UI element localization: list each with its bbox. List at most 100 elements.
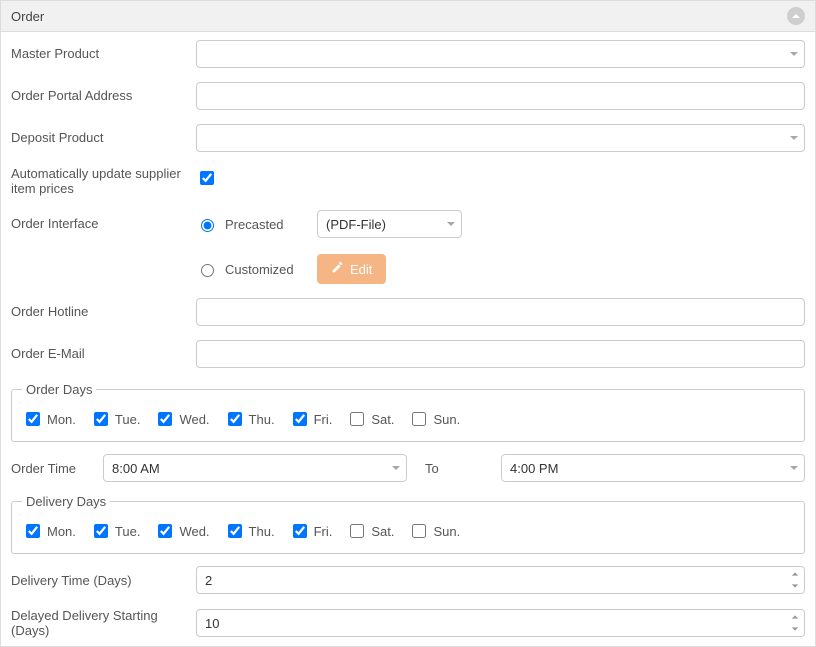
delivery-days-fieldset: Delivery Days Mon. Tue. Wed. Thu. Fri. Sat. Su…	[11, 494, 805, 554]
delivery-day-checkbox[interactable]	[412, 524, 426, 538]
label-master-product: Master Product	[11, 40, 196, 61]
precasted-format-input[interactable]	[317, 210, 462, 238]
chevron-down-icon	[791, 582, 799, 590]
order-day-checkbox[interactable]	[350, 412, 364, 426]
auto-update-checkbox[interactable]	[200, 171, 214, 185]
delivery-day-label: Tue.	[115, 524, 141, 539]
label-delivery-time: Delivery Time (Days)	[11, 573, 196, 588]
deposit-product-input[interactable]	[196, 124, 805, 152]
delivery-day-checkbox[interactable]	[293, 524, 307, 538]
customized-label: Customized	[225, 262, 297, 277]
edit-button[interactable]: Edit	[317, 254, 386, 284]
order-day: Mon.	[22, 409, 76, 429]
delivery-day-checkbox[interactable]	[158, 524, 172, 538]
order-email-input[interactable]	[196, 340, 805, 368]
spin-down-button[interactable]	[787, 580, 803, 592]
order-day-checkbox[interactable]	[293, 412, 307, 426]
interface-customized-row: Customized Edit	[196, 254, 805, 284]
delivery-day: Wed.	[154, 521, 209, 541]
order-day-checkbox[interactable]	[94, 412, 108, 426]
order-day: Fri.	[289, 409, 333, 429]
order-day-checkbox[interactable]	[228, 412, 242, 426]
delivery-day-checkbox[interactable]	[26, 524, 40, 538]
edit-button-label: Edit	[350, 262, 372, 277]
spin-up-button[interactable]	[787, 568, 803, 580]
delivery-time-spinner	[787, 567, 803, 593]
label-order-time: Order Time	[11, 461, 91, 476]
order-time-to-select[interactable]	[501, 454, 805, 482]
collapse-button[interactable]	[787, 7, 805, 25]
chevron-down-icon	[791, 625, 799, 633]
chevron-up-icon	[791, 570, 799, 578]
master-product-select[interactable]	[196, 40, 805, 68]
row-master-product: Master Product	[11, 40, 805, 68]
row-order-hotline: Order Hotline	[11, 298, 805, 326]
delivery-day-label: Mon.	[47, 524, 76, 539]
order-day-checkbox[interactable]	[412, 412, 426, 426]
customized-radio[interactable]	[201, 264, 214, 277]
interface-precasted-row: Precasted	[196, 210, 805, 238]
order-hotline-input[interactable]	[196, 298, 805, 326]
row-order-interface: Order Interface Precasted Customized Edi	[11, 210, 805, 284]
panel-title: Order	[11, 9, 44, 24]
delivery-time-input[interactable]	[196, 566, 805, 594]
master-product-input[interactable]	[196, 40, 805, 68]
pencil-icon	[331, 261, 344, 277]
row-order-time: Order Time To	[11, 454, 805, 482]
delayed-delivery-input[interactable]	[196, 609, 805, 637]
row-deposit-product: Deposit Product	[11, 124, 805, 152]
order-day-label: Mon.	[47, 412, 76, 427]
order-day-label: Fri.	[314, 412, 333, 427]
spin-down-button[interactable]	[787, 623, 803, 635]
label-order-interface: Order Interface	[11, 210, 196, 231]
label-deposit-product: Deposit Product	[11, 124, 196, 145]
delivery-day-label: Wed.	[179, 524, 209, 539]
delivery-days-legend: Delivery Days	[22, 494, 110, 509]
order-day-label: Tue.	[115, 412, 141, 427]
label-delayed-delivery: Delayed Delivery Starting (Days)	[11, 608, 196, 638]
order-panel: Order Master Product Order Portal Addres…	[0, 0, 816, 647]
delivery-day: Tue.	[90, 521, 141, 541]
delivery-day-checkbox[interactable]	[228, 524, 242, 538]
delivery-day-label: Sat.	[371, 524, 394, 539]
label-order-portal: Order Portal Address	[11, 82, 196, 103]
row-delivery-time: Delivery Time (Days)	[11, 566, 805, 594]
order-day-label: Sun.	[433, 412, 460, 427]
order-days-row: Mon. Tue. Wed. Thu. Fri. Sat. Sun.	[22, 405, 794, 433]
precasted-radio[interactable]	[201, 219, 214, 232]
panel-body: Master Product Order Portal Address Depo…	[1, 32, 815, 646]
order-day-checkbox[interactable]	[158, 412, 172, 426]
precasted-format-select[interactable]	[317, 210, 462, 238]
delivery-day-label: Thu.	[249, 524, 275, 539]
order-day: Wed.	[154, 409, 209, 429]
delivery-day-checkbox[interactable]	[94, 524, 108, 538]
delivery-day-checkbox[interactable]	[350, 524, 364, 538]
delayed-delivery-spinner	[787, 610, 803, 636]
label-to: To	[419, 461, 489, 476]
order-time-from-select[interactable]	[103, 454, 407, 482]
order-day-label: Wed.	[179, 412, 209, 427]
spin-up-button[interactable]	[787, 611, 803, 623]
order-portal-input[interactable]	[196, 82, 805, 110]
order-days-fieldset: Order Days Mon. Tue. Wed. Thu. Fri. Sat. Sun.	[11, 382, 805, 442]
order-day: Thu.	[224, 409, 275, 429]
label-order-email: Order E-Mail	[11, 340, 196, 361]
row-delayed-delivery: Delayed Delivery Starting (Days)	[11, 608, 805, 638]
order-day: Sun.	[408, 409, 460, 429]
order-day-checkbox[interactable]	[26, 412, 40, 426]
label-order-hotline: Order Hotline	[11, 298, 196, 319]
label-auto-update: Automatically update supplier item price…	[11, 166, 196, 196]
delivery-day-label: Fri.	[314, 524, 333, 539]
delivery-days-row: Mon. Tue. Wed. Thu. Fri. Sat. Sun.	[22, 517, 794, 545]
chevron-up-icon	[791, 613, 799, 621]
order-time-to-input[interactable]	[501, 454, 805, 482]
precasted-label: Precasted	[225, 217, 297, 232]
order-days-legend: Order Days	[22, 382, 96, 397]
delivery-day: Fri.	[289, 521, 333, 541]
order-day: Sat.	[346, 409, 394, 429]
row-auto-update: Automatically update supplier item price…	[11, 166, 805, 196]
delivery-day: Mon.	[22, 521, 76, 541]
deposit-product-select[interactable]	[196, 124, 805, 152]
order-time-from-input[interactable]	[103, 454, 407, 482]
delivery-day: Sun.	[408, 521, 460, 541]
